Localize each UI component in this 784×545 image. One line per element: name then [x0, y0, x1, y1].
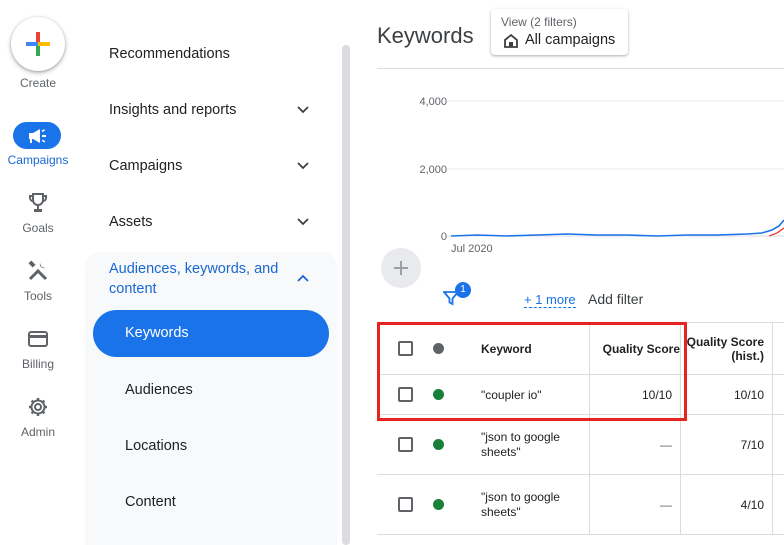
nav-subitem-audiences[interactable]: Audiences — [125, 382, 193, 398]
status-header — [433, 323, 444, 374]
status-cell — [433, 475, 444, 534]
filter-bar: 1 + 1 more Add filter — [377, 282, 784, 318]
nav-item-insights[interactable]: Insights and reports — [109, 102, 236, 118]
y-tick-label: 4,000 — [419, 96, 447, 108]
rail-label-admin: Admin — [20, 425, 55, 439]
status-enabled-dot — [433, 499, 444, 510]
status-cell — [433, 415, 444, 474]
navigation-panel: Recommendations Insights and reports Cam… — [85, 0, 350, 545]
column-header-quality-score[interactable]: Quality Score — [589, 323, 680, 374]
create-label: Create — [19, 76, 57, 90]
rail-item-tools[interactable]: Tools — [0, 258, 76, 308]
credit-card-icon — [27, 328, 49, 350]
add-filter-button[interactable]: Add filter — [588, 291, 643, 307]
y-tick-label: 0 — [441, 231, 447, 243]
more-filters-link[interactable]: + 1 more — [524, 292, 576, 308]
table-row[interactable]: "coupler io" 10/10 10/10 — [377, 375, 784, 415]
performance-chart: 4,000 2,000 0 Jul 2020 — [419, 96, 784, 255]
column-divider — [772, 475, 773, 534]
page-title: Keywords — [377, 23, 474, 48]
plus-icon — [394, 261, 408, 275]
row-select-cell — [398, 375, 413, 414]
rail-label-goals: Goals — [22, 221, 54, 235]
select-all-cell — [398, 323, 413, 374]
rail-item-campaigns[interactable]: Campaigns — [0, 120, 76, 170]
nav-subitem-keywords[interactable]: Keywords — [93, 310, 329, 357]
header-divider — [377, 68, 784, 69]
nav-item-assets[interactable]: Assets — [109, 214, 153, 230]
row-select-cell — [398, 475, 413, 534]
keyword-cell[interactable]: "json to google sheets" — [481, 475, 576, 534]
rail-item-goals[interactable]: Goals — [0, 190, 76, 240]
series-line-secondary — [768, 227, 784, 237]
rail-item-billing[interactable]: Billing — [0, 326, 76, 376]
filter-count-badge: 1 — [455, 282, 471, 298]
expanded-nav-section: Audiences, keywords, and content Keyword… — [85, 252, 337, 545]
row-checkbox[interactable] — [398, 437, 413, 452]
nav-subitem-content[interactable]: Content — [125, 494, 176, 510]
row-select-cell — [398, 415, 413, 474]
status-header-dot — [433, 343, 444, 354]
nav-item-recommendations[interactable]: Recommendations — [109, 46, 230, 62]
column-header-keyword[interactable]: Keyword — [481, 323, 532, 374]
rail-label-campaigns: Campaigns — [7, 153, 69, 167]
column-divider — [772, 415, 773, 474]
chevron-down-icon[interactable] — [297, 216, 309, 228]
plus-icon — [26, 32, 50, 56]
chevron-up-icon[interactable] — [297, 272, 309, 284]
gear-icon — [27, 396, 49, 418]
nav-item-audiences-keywords-content[interactable]: Audiences, keywords, and content — [109, 259, 299, 299]
building-icon — [504, 33, 518, 48]
y-tick-label: 2,000 — [419, 164, 447, 176]
rail-item-admin[interactable]: Admin — [0, 394, 76, 444]
rail-label-tools: Tools — [23, 289, 52, 303]
rail-label-billing: Billing — [21, 357, 54, 371]
keyword-cell[interactable]: "json to google sheets" — [481, 415, 576, 474]
status-cell — [433, 375, 444, 414]
nav-subitem-locations[interactable]: Locations — [125, 438, 187, 454]
x-tick-label: Jul 2020 — [451, 243, 493, 255]
quality-score-hist-cell: 10/10 — [733, 387, 764, 402]
tools-icon — [27, 260, 49, 282]
quality-score-cell: — — [660, 437, 672, 452]
quality-score-cell: 10/10 — [641, 387, 672, 402]
chevron-down-icon[interactable] — [297, 160, 309, 172]
column-divider — [772, 323, 773, 374]
keywords-table: Keyword Quality Score Quality Score (his… — [377, 322, 784, 545]
table-row[interactable]: "json to google sheets" — 4/10 — [377, 475, 784, 535]
status-enabled-dot — [433, 389, 444, 400]
quality-score-cell: — — [660, 497, 672, 512]
chevron-down-icon[interactable] — [297, 104, 309, 116]
nav-scrollbar[interactable] — [342, 45, 350, 545]
view-scope: All campaigns — [525, 32, 616, 48]
navigation-rail: Create Campaigns Goals Tools Billing Adm… — [0, 0, 76, 545]
select-all-checkbox[interactable] — [398, 341, 413, 356]
quality-score-hist-cell: 7/10 — [740, 437, 764, 452]
column-divider — [772, 375, 773, 414]
view-filter-count: View (2 filters) — [501, 15, 577, 29]
megaphone-icon — [13, 122, 61, 149]
nav-item-campaigns[interactable]: Campaigns — [109, 158, 182, 174]
row-checkbox[interactable] — [398, 387, 413, 402]
column-header-quality-score-hist[interactable]: Quality Score (hist.) — [680, 323, 764, 374]
main-content: Keywords View (2 filters) All campaigns … — [377, 0, 784, 545]
view-selector[interactable]: View (2 filters) All campaigns — [491, 9, 628, 55]
quality-score-hist-cell: 4/10 — [740, 497, 764, 512]
keyword-cell[interactable]: "coupler io" — [481, 375, 581, 414]
row-checkbox[interactable] — [398, 497, 413, 512]
series-line — [450, 219, 784, 237]
table-row[interactable]: "json to google sheets" — 7/10 — [377, 415, 784, 475]
status-enabled-dot — [433, 439, 444, 450]
trophy-icon — [27, 192, 49, 214]
create-button[interactable] — [11, 17, 65, 71]
table-header-row: Keyword Quality Score Quality Score (his… — [377, 323, 784, 375]
